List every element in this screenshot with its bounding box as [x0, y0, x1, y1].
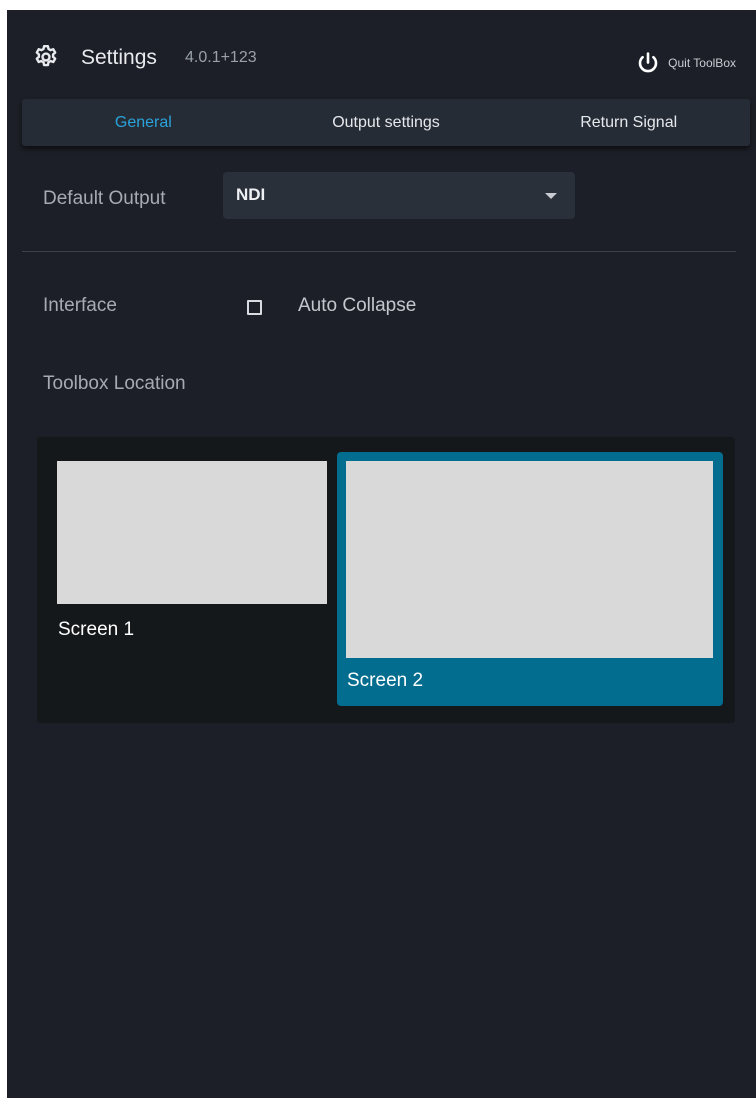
tab-general[interactable]: General: [22, 99, 265, 146]
screen-2-label: Screen 2: [347, 670, 424, 691]
screen-1-label: Screen 1: [58, 619, 135, 640]
default-output-select[interactable]: NDI: [223, 172, 575, 219]
auto-collapse-checkbox[interactable]: [247, 300, 262, 315]
screen-option-2[interactable]: Screen 2: [337, 452, 723, 706]
tab-output-settings[interactable]: Output settings: [265, 99, 508, 146]
power-icon: [638, 52, 658, 73]
quit-toolbox-button[interactable]: Quit ToolBox: [636, 50, 736, 76]
chevron-down-icon: [545, 193, 557, 199]
screen-2-preview: [346, 461, 713, 658]
interface-label: Interface: [43, 295, 117, 316]
version-label: 4.0.1+123: [185, 49, 257, 66]
quit-toolbox-label: Quit ToolBox: [668, 56, 736, 70]
auto-collapse-label[interactable]: Auto Collapse: [298, 295, 416, 317]
settings-window: Settings 4.0.1+123 Quit ToolBox General …: [7, 10, 756, 1098]
settings-tabs: General Output settings Return Signal: [22, 99, 750, 146]
settings-header: Settings 4.0.1+123 Quit ToolBox: [7, 10, 756, 100]
gear-icon: [35, 44, 57, 67]
screen-option-1[interactable]: Screen 1: [57, 461, 327, 651]
screen-1-preview: [57, 461, 327, 604]
section-divider: [22, 251, 736, 252]
default-output-value: NDI: [236, 185, 266, 204]
toolbox-location-label: Toolbox Location: [43, 373, 186, 394]
tab-return-signal[interactable]: Return Signal: [507, 99, 750, 146]
page-title: Settings: [81, 46, 157, 69]
default-output-label: Default Output: [43, 188, 166, 209]
